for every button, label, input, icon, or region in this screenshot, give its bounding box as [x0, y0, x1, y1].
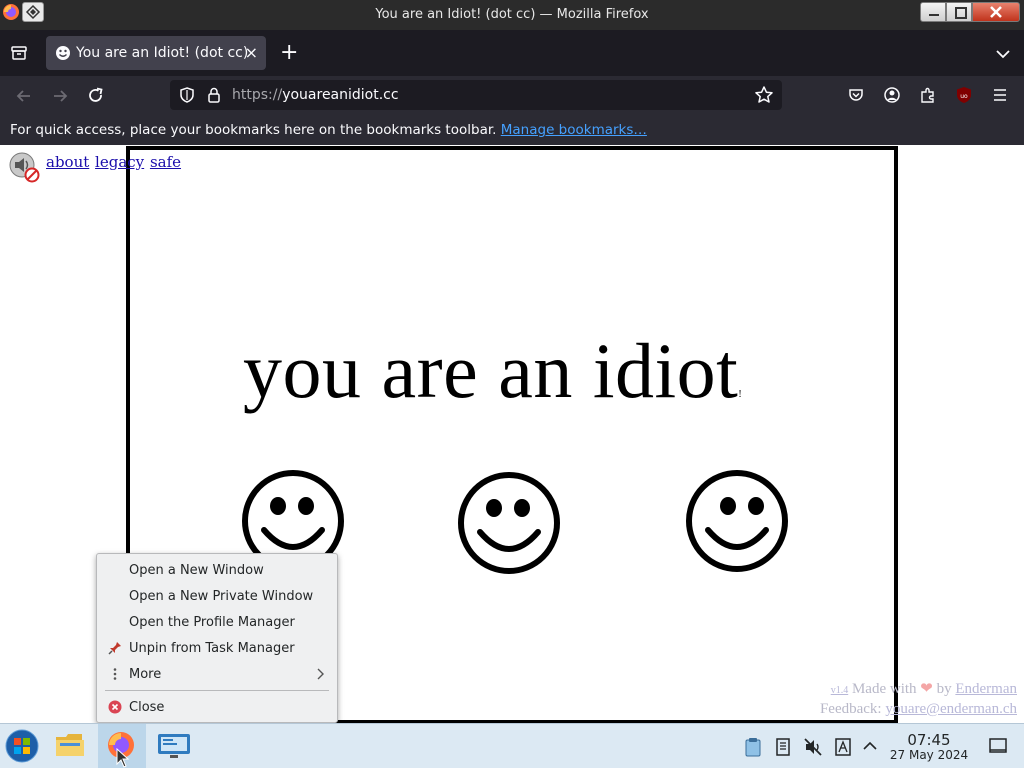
submenu-arrow-icon — [315, 668, 325, 680]
firefox-view-icon[interactable] — [10, 44, 28, 62]
credits: v1.4 Made with ❤ by Enderman Feedback: y… — [820, 680, 1017, 719]
app-menu-hamburger-icon[interactable] — [991, 87, 1009, 103]
lock-icon[interactable] — [206, 86, 222, 104]
tray-expand-arrow-icon[interactable] — [862, 738, 878, 754]
tab-active[interactable]: You are an Idiot! (dot cc) × — [46, 36, 266, 70]
menu-item-open-private-window[interactable]: Open a New Private Window — [97, 584, 335, 610]
window-titlebar: You are an Idiot! (dot cc) — Mozilla Fir… — [0, 0, 1024, 30]
legacy-link[interactable]: legacy — [95, 153, 144, 171]
maximize-button[interactable] — [946, 2, 972, 22]
keyboard-layout-icon[interactable] — [834, 737, 852, 757]
clock-date: 27 May 2024 — [889, 748, 969, 762]
version-link[interactable]: v1.4 — [831, 685, 849, 696]
smiley-favicon-icon — [55, 45, 71, 61]
close-icon — [108, 700, 122, 714]
new-tab-button[interactable]: + — [280, 40, 298, 65]
unpin-icon — [108, 641, 122, 655]
top-links: about legacy safe — [46, 153, 182, 171]
bookmarks-empty-message: For quick access, place your bookmarks h… — [10, 122, 647, 138]
author-link[interactable]: Enderman — [955, 681, 1017, 697]
menu-separator — [105, 690, 329, 691]
extensions-puzzle-icon[interactable] — [919, 86, 937, 104]
headline: you are an idiot! — [243, 327, 743, 414]
back-button[interactable] — [14, 86, 34, 106]
clock[interactable]: 07:45 27 May 2024 — [888, 731, 970, 762]
window-title: You are an Idiot! (dot cc) — Mozilla Fir… — [375, 7, 649, 22]
pocket-icon[interactable] — [847, 86, 865, 104]
notes-tray-icon[interactable] — [774, 737, 792, 757]
heart-icon: ❤ — [920, 681, 933, 697]
account-icon[interactable] — [883, 86, 901, 104]
smiley-face-icon-right — [684, 468, 790, 574]
list-all-tabs-icon[interactable] — [995, 46, 1011, 60]
show-desktop-icon[interactable] — [988, 737, 1008, 755]
menu-item-open-profile-manager[interactable]: Open the Profile Manager — [97, 610, 335, 636]
start-menu-button[interactable] — [5, 729, 39, 763]
svg-text:uo: uo — [960, 93, 968, 100]
manage-bookmarks-link[interactable]: Manage bookmarks… — [501, 122, 647, 138]
forward-button[interactable] — [50, 86, 70, 106]
ublock-origin-icon[interactable]: uo — [955, 86, 973, 104]
feedback-email-link[interactable]: youare@enderman.ch — [885, 701, 1017, 717]
minimize-button[interactable] — [920, 2, 946, 22]
taskbar-context-menu: Open a New Window Open a New Private Win… — [96, 553, 338, 723]
clock-time: 07:45 — [907, 731, 951, 749]
clipboard-tray-icon[interactable] — [744, 737, 762, 757]
menu-item-open-new-window[interactable]: Open a New Window — [97, 558, 335, 584]
more-icon — [108, 667, 122, 681]
smiley-face-icon-middle — [456, 470, 562, 576]
made-with-line: v1.4 Made with ❤ by Enderman — [830, 681, 1017, 697]
tab-close-icon[interactable]: × — [245, 43, 258, 62]
tab-label: You are an Idiot! (dot cc) — [76, 45, 249, 61]
tracking-protection-shield-icon[interactable] — [178, 86, 196, 104]
reload-button[interactable] — [86, 86, 106, 106]
about-link[interactable]: about — [46, 153, 89, 171]
mouse-cursor-icon — [116, 747, 130, 768]
menu-item-more[interactable]: More — [97, 662, 335, 688]
volume-muted-icon[interactable] — [803, 737, 823, 757]
close-window-button[interactable] — [972, 2, 1020, 22]
remote-desktop-icon[interactable] — [157, 731, 191, 761]
bookmark-star-icon[interactable] — [754, 85, 774, 105]
menu-item-close[interactable]: Close — [97, 695, 335, 721]
menu-item-unpin[interactable]: Unpin from Task Manager — [97, 636, 335, 662]
muted-speaker-icon[interactable] — [8, 151, 40, 183]
feedback-line: Feedback: youare@enderman.ch — [819, 701, 1017, 717]
file-manager-icon[interactable] — [54, 729, 86, 761]
bookmarks-toolbar: For quick access, place your bookmarks h… — [0, 116, 1024, 145]
headline-mark: ! — [738, 389, 743, 400]
safe-link[interactable]: safe — [150, 153, 181, 171]
url-bar[interactable]: https://youareanidiot.cc — [170, 80, 782, 110]
url-text[interactable]: https://youareanidiot.cc — [232, 87, 399, 103]
